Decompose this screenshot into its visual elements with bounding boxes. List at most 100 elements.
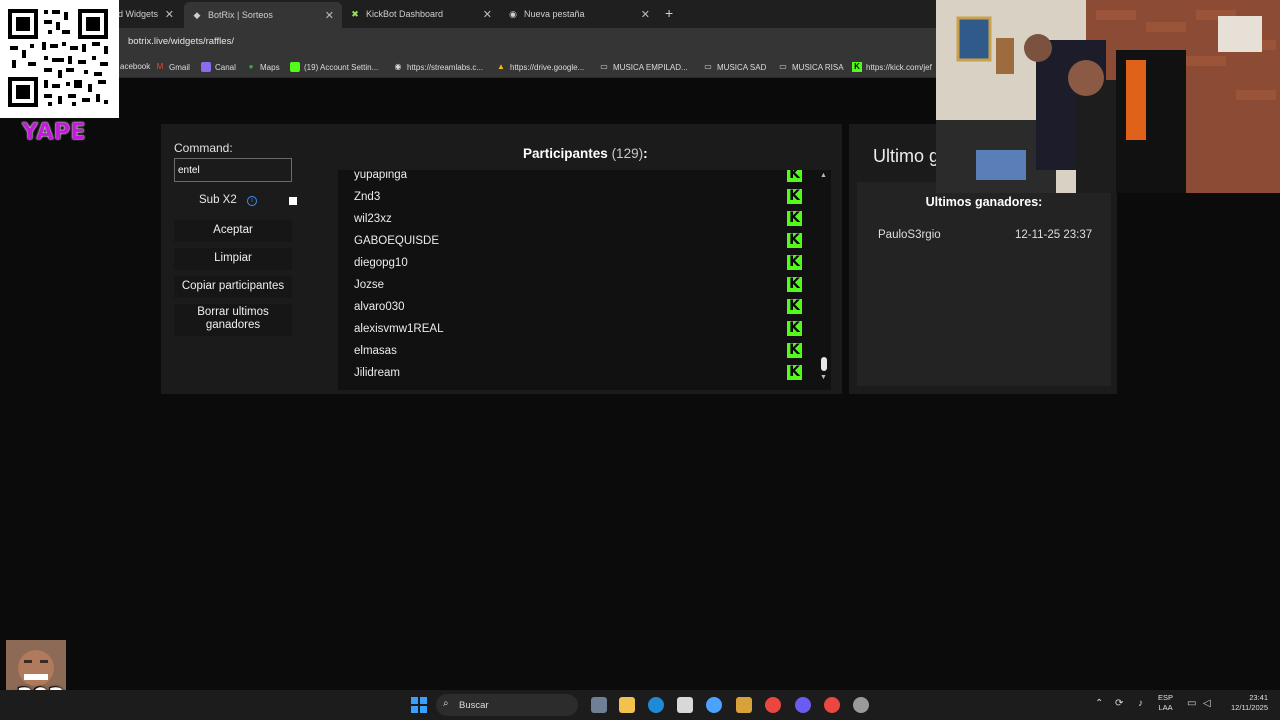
close-tab-icon[interactable]: ✕ — [325, 9, 334, 22]
game-launcher-icon[interactable] — [736, 697, 752, 713]
list-item: diegopg10 K — [338, 253, 818, 275]
url-field[interactable]: botrix.live/widgets/raffles/ — [128, 36, 234, 47]
chevron-up-icon[interactable]: ⌃ — [1095, 698, 1103, 709]
list-item: GABOEQUISDE K — [338, 231, 818, 253]
kick-badge-icon: K — [787, 233, 802, 248]
obs-icon[interactable] — [853, 697, 869, 713]
taskbar: ⌕ Buscar ⌃ ⟳ ♪ ESP LAA ▭ ◁ 23:41 12/11/2… — [0, 690, 1280, 720]
winner-name: PauloS3rgio — [878, 229, 941, 241]
taskbar-search-box[interactable]: ⌕ Buscar — [436, 694, 578, 716]
aceptar-button[interactable]: Aceptar — [174, 220, 292, 242]
tab-label: BotRix | Sorteos — [208, 10, 273, 20]
clock-date: 12/11/2025 — [1231, 703, 1268, 712]
participant-name: alexisvmw1REAL — [354, 323, 444, 335]
close-tab-icon[interactable]: ✕ — [165, 8, 174, 21]
network-icon[interactable]: ▭ — [1187, 698, 1196, 709]
kickbot-favicon-icon: ✖ — [351, 8, 359, 19]
copilot-icon[interactable] — [706, 697, 722, 713]
tab-label: d Widgets — [118, 9, 159, 19]
chrome-icon[interactable] — [765, 697, 781, 713]
store-icon[interactable] — [677, 697, 693, 713]
webcam-overlay — [936, 0, 1280, 193]
bookmark-streamlabs[interactable]: ◉ https://streamlabs.c... — [393, 62, 484, 72]
yape-logo: YAPE — [22, 120, 87, 145]
bookmark-maps[interactable]: ● Maps — [246, 62, 280, 72]
scrollbar-thumb[interactable] — [821, 357, 827, 371]
qr-code-image — [0, 0, 119, 118]
microphone-icon[interactable]: ♪ — [1138, 698, 1143, 709]
participants-title: Participantes (129): — [523, 146, 648, 161]
kick-badge-icon: K — [787, 211, 802, 226]
new-tab-plus-icon[interactable]: + — [665, 5, 673, 21]
kick-icon: K — [852, 62, 862, 72]
winners-panel: Ultimos ganadores: PauloS3rgio 12-11-25 … — [857, 182, 1111, 386]
maps-pin-icon: ● — [248, 62, 254, 71]
canal-icon — [201, 62, 211, 72]
participants-title-label: Participantes — [523, 146, 608, 161]
file-explorer-icon[interactable] — [619, 697, 635, 713]
list-item: Jilidream K — [338, 363, 818, 385]
task-view-icon[interactable] — [591, 697, 607, 713]
participant-name: GABOEQUISDE — [354, 235, 439, 247]
search-label: Buscar — [459, 700, 489, 711]
scroll-down-arrow-icon[interactable]: ▼ — [820, 374, 827, 381]
winners-heading: Ultimo g — [873, 146, 940, 166]
list-item: alvaro030 K — [338, 297, 818, 319]
info-icon[interactable]: i — [247, 196, 257, 206]
clock-time: 23:41 — [1249, 693, 1268, 702]
tab-widgets[interactable]: d Widgets ✕ — [118, 4, 182, 24]
limpiar-button[interactable]: Limpiar — [174, 248, 292, 270]
bookmark-musica-sad[interactable]: ▭ MUSICA SAD — [703, 62, 766, 72]
close-tab-icon[interactable]: ✕ — [641, 8, 650, 21]
folder-icon: ▭ — [779, 62, 787, 71]
copiar-participantes-button[interactable]: Copiar participantes — [174, 276, 292, 298]
list-item: elmasas K — [338, 341, 818, 363]
kick-badge-icon: K — [787, 277, 802, 292]
gmail-icon: M — [156, 62, 164, 71]
chrome-profile-icon[interactable] — [824, 697, 840, 713]
botrix-favicon-icon: ◆ — [193, 9, 201, 20]
bookmark-musica-risa[interactable]: ▭ MUSICA RISA — [778, 62, 843, 72]
folder-icon: ▭ — [704, 62, 712, 71]
participant-name: yupapinga — [354, 170, 408, 181]
bookmark-musica-empilados[interactable]: ▭ MUSICA EMPILAD... — [599, 62, 687, 72]
tab-nueva-pestana[interactable]: ◉ Nueva pestaña ✕ — [502, 4, 658, 24]
language-indicator[interactable]: ESP LAA — [1158, 693, 1173, 713]
discord-icon[interactable] — [795, 697, 811, 713]
participant-name: diegopg10 — [354, 257, 408, 269]
sub-x2-label: Sub X2 — [199, 194, 237, 206]
borrar-ultimos-ganadores-button[interactable]: Borrar ultimos ganadores — [174, 304, 292, 336]
sub-x2-checkbox[interactable] — [289, 197, 297, 205]
winner-date: 12-11-25 23:37 — [1015, 229, 1093, 241]
kick-badge-icon: K — [787, 170, 802, 182]
drive-icon: ▲ — [497, 62, 505, 71]
globe-icon: ◉ — [509, 8, 517, 19]
edge-browser-icon[interactable] — [648, 697, 664, 713]
raffle-card: Command: Sub X2 i Aceptar Limpiar Copiar… — [161, 124, 842, 394]
command-input[interactable] — [174, 158, 292, 182]
tab-botrix-sorteos[interactable]: ◆ BotRix | Sorteos ✕ — [184, 2, 342, 28]
tab-kickbot-dashboard[interactable]: ✖ KickBot Dashboard ✕ — [344, 4, 500, 24]
list-item: Znd3 K — [338, 187, 818, 209]
bookmark-account-settings[interactable]: (19) Account Settin... — [290, 62, 378, 72]
participants-list[interactable]: yupapinga K Znd3 K wil23xz K GABOEQUISDE K d… — [338, 170, 831, 390]
windows-start-icon[interactable] — [411, 697, 427, 713]
sync-icon[interactable]: ⟳ — [1115, 698, 1123, 709]
participant-name: elmasas — [354, 345, 397, 357]
folder-icon: ▭ — [600, 62, 608, 71]
globe-icon: ◉ — [394, 62, 402, 71]
scroll-up-arrow-icon[interactable]: ▲ — [820, 172, 827, 179]
close-tab-icon[interactable]: ✕ — [483, 8, 492, 21]
clock[interactable]: 23:41 12/11/2025 — [1222, 693, 1268, 713]
kick-badge-icon: K — [787, 255, 802, 270]
participant-name: Jilidream — [354, 367, 401, 379]
bookmark-gmail[interactable]: M Gmail — [155, 62, 190, 72]
winners-panel-title: Ultimos ganadores: — [925, 195, 1043, 209]
bookmark-canal[interactable]: Canal — [201, 62, 236, 72]
bookmark-facebook[interactable]: acebook — [120, 62, 150, 71]
bookmark-kick[interactable]: Khttps://kick.com/jef — [852, 62, 932, 72]
volume-icon[interactable]: ◁ — [1203, 698, 1211, 709]
list-item: alexisvmw1REAL K — [338, 319, 818, 341]
bookmark-google-drive[interactable]: ▲ https://drive.google... — [496, 62, 584, 72]
tab-label: KickBot Dashboard — [366, 9, 444, 19]
